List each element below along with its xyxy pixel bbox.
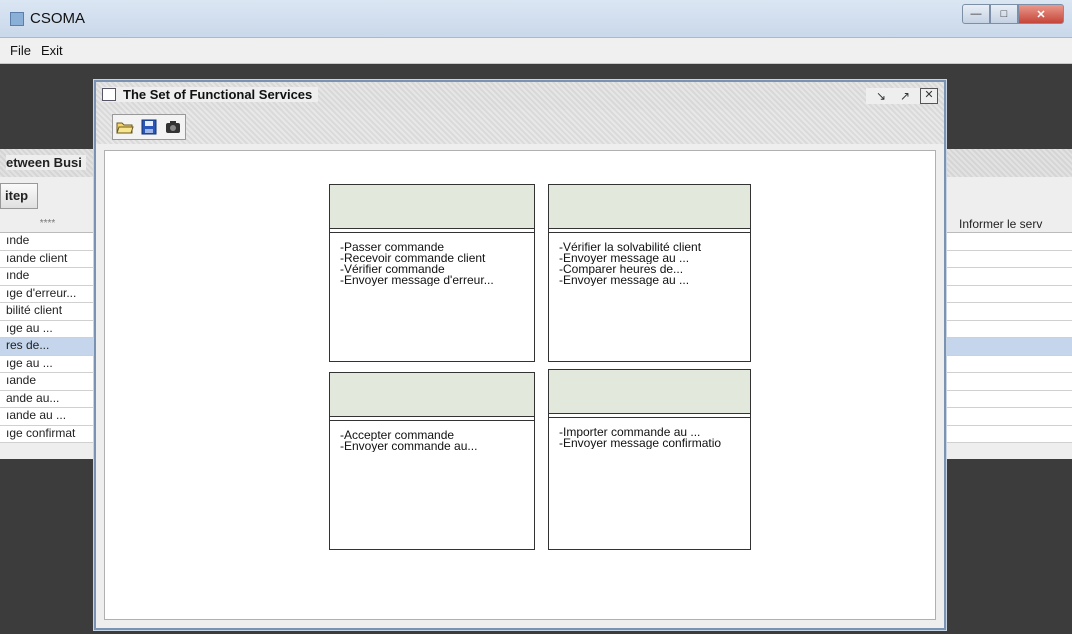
toolbar-buttons xyxy=(112,114,186,140)
maximize-button[interactable]: □ xyxy=(990,4,1018,24)
table-row[interactable]: ıande xyxy=(0,373,95,391)
service-item: -Envoyer message confirmatio xyxy=(559,438,722,449)
close-button[interactable]: ✕ xyxy=(1018,4,1064,24)
table-row[interactable] xyxy=(945,251,1072,268)
service-list: -Passer commande -Recevoir commande clie… xyxy=(330,233,534,286)
minimize-icon: — xyxy=(970,8,982,20)
save-icon xyxy=(141,119,157,135)
frame-close-icon: ✕ xyxy=(924,89,934,101)
app-title: CSOMA xyxy=(30,10,86,27)
table-row[interactable]: ande au... xyxy=(0,391,95,408)
window-controls: — □ ✕ xyxy=(962,4,1064,24)
service-list: -Vérifier la solvabilité client -Envoyer… xyxy=(549,233,750,286)
service-item: -Envoyer message au ... xyxy=(559,253,690,264)
table-row[interactable]: bilité client xyxy=(0,303,95,321)
service-item: -Envoyer commande au... xyxy=(340,441,478,452)
service-box-header xyxy=(549,370,750,414)
frame-title-bar[interactable]: The Set of Functional Services ↘ ↗ ✕ xyxy=(96,82,944,110)
table-row[interactable]: ıge confirmat xyxy=(0,426,95,443)
open-folder-icon xyxy=(116,122,134,134)
table-row[interactable]: ıande au ... xyxy=(0,408,95,426)
service-item: -Recevoir commande client xyxy=(340,253,486,264)
close-icon: ✕ xyxy=(1036,8,1046,21)
service-item: -Accepter commande xyxy=(340,430,455,441)
desktop-pane: etween Busi itep **** ınde ıande client … xyxy=(0,65,1072,634)
table-row[interactable] xyxy=(945,391,1072,408)
service-list: -Accepter commande -Envoyer commande au.… xyxy=(330,421,534,452)
background-frame-title: etween Busi xyxy=(6,155,86,170)
table-row[interactable]: ıge au ... xyxy=(0,356,95,373)
service-item: -Envoyer message d'erreur... xyxy=(340,275,494,286)
service-box-header xyxy=(330,373,534,417)
table-row[interactable] xyxy=(945,373,1072,391)
table-row[interactable]: ınde xyxy=(0,233,95,251)
minimize-button[interactable]: — xyxy=(962,4,990,24)
functional-services-frame: The Set of Functional Services ↘ ↗ ✕ -Pa… xyxy=(94,80,946,630)
diagram-canvas[interactable]: -Passer commande -Recevoir commande clie… xyxy=(104,150,936,620)
table-header: **** xyxy=(0,215,95,233)
service-box[interactable]: -Importer commande au ... -Envoyer messa… xyxy=(548,369,751,550)
table-row[interactable] xyxy=(945,321,1072,338)
frame-icon xyxy=(102,88,116,101)
table-row[interactable] xyxy=(945,426,1072,443)
frame-controls: ↘ ↗ ✕ xyxy=(866,88,938,104)
menu-bar: File Exit xyxy=(0,38,1072,64)
restore-icon: ↗ xyxy=(899,89,911,103)
service-item: -Vérifier commande xyxy=(340,264,445,275)
service-item: -Importer commande au ... xyxy=(559,427,701,438)
service-box[interactable]: -Passer commande -Recevoir commande clie… xyxy=(329,184,535,362)
table-header-right: Informer le serv xyxy=(945,215,1072,233)
frame-close-button[interactable]: ✕ xyxy=(920,88,938,104)
camera-icon xyxy=(166,121,180,133)
table-row[interactable] xyxy=(945,356,1072,373)
service-item: -Passer commande xyxy=(340,242,445,253)
open-button[interactable] xyxy=(113,115,137,139)
menu-file[interactable]: File xyxy=(10,43,31,58)
save-button[interactable] xyxy=(137,115,161,139)
frame-maximize-button[interactable]: ↗ xyxy=(896,88,914,104)
menu-exit[interactable]: Exit xyxy=(41,43,63,58)
table-row-selected[interactable]: res de... xyxy=(0,338,95,356)
maximize-icon: □ xyxy=(1000,8,1008,20)
iconify-button[interactable]: ↘ xyxy=(872,88,890,104)
table-row[interactable]: ıge d'erreur... xyxy=(0,286,95,303)
service-box-header xyxy=(330,185,534,229)
app-icon xyxy=(10,12,24,26)
step-button[interactable]: itep xyxy=(0,183,38,209)
service-box-header xyxy=(549,185,750,229)
frame-toolbar xyxy=(96,110,944,144)
service-box[interactable]: -Vérifier la solvabilité client -Envoyer… xyxy=(548,184,751,362)
service-box[interactable]: -Accepter commande -Envoyer commande au.… xyxy=(329,372,535,550)
background-table: **** ınde ıande client ınde ıge d'erreur… xyxy=(0,215,96,443)
table-row[interactable] xyxy=(945,268,1072,286)
table-row[interactable] xyxy=(945,408,1072,426)
table-row[interactable]: ıge au ... xyxy=(0,321,95,338)
service-item: -Envoyer message au ... xyxy=(559,275,690,286)
background-table-right: Informer le serv xyxy=(945,215,1072,443)
frame-title: The Set of Functional Services xyxy=(123,87,313,102)
capture-button[interactable] xyxy=(161,115,185,139)
service-list: -Importer commande au ... -Envoyer messa… xyxy=(549,418,750,449)
table-row-selected[interactable] xyxy=(945,338,1072,356)
background-frame-title-bar-right xyxy=(945,149,1072,177)
iconify-icon: ↘ xyxy=(875,89,887,103)
service-item: -Vérifier la solvabilité client xyxy=(559,242,702,253)
table-row[interactable]: ınde xyxy=(0,268,95,286)
table-row[interactable] xyxy=(945,233,1072,251)
table-row[interactable]: ıande client xyxy=(0,251,95,268)
service-item: -Comparer heures de... xyxy=(559,264,684,275)
table-row[interactable] xyxy=(945,286,1072,303)
table-row[interactable] xyxy=(945,303,1072,321)
main-title-bar: CSOMA — □ ✕ xyxy=(0,0,1072,38)
